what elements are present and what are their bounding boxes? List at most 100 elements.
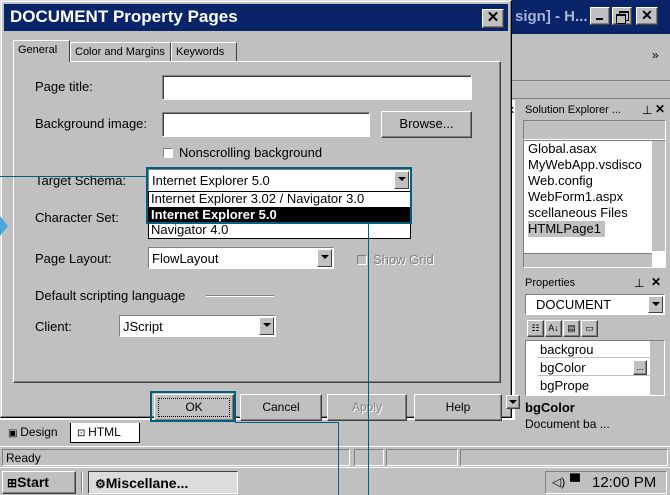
dialog-title-bar[interactable]: DOCUMENT Property Pages ✕ (4, 4, 508, 31)
client-select[interactable]: JScript (119, 315, 276, 337)
solution-explorer-tree: Global.asax MyWebApp.vsdisco Web.config … (523, 140, 666, 268)
callout-highlight-box (146, 167, 412, 224)
file-item[interactable]: WebForm1.aspx (528, 189, 642, 205)
file-item[interactable]: Web.config (528, 173, 642, 189)
dialog-title: DOCUMENT Property Pages (10, 7, 238, 26)
start-button[interactable]: ⊞Start (2, 471, 76, 494)
callout-line (338, 422, 339, 495)
properties-description: bgColor Document ba ... (525, 400, 665, 440)
ellipsis-button[interactable]: ... (633, 360, 647, 375)
dropdown-option[interactable]: Navigator 4.0 (149, 223, 410, 238)
properties-toolbar: ☷ A↓ ▤ ▭ (527, 320, 607, 338)
browse-button[interactable]: Browse... (381, 111, 472, 138)
client-label: Client: (35, 319, 72, 334)
nonscrolling-checkbox[interactable]: Nonscrolling background (163, 145, 322, 161)
pin-icon[interactable]: ⊥ (642, 103, 652, 117)
callout-line (235, 422, 339, 423)
solution-explorer-close-icon[interactable]: ✕ (655, 102, 665, 116)
alphabetical-icon[interactable]: A↓ (545, 320, 562, 337)
callout-arrow (0, 216, 8, 236)
ide-toolbar: » (500, 36, 670, 81)
callout-line (368, 224, 369, 495)
ide-restore-button[interactable] (612, 7, 632, 25)
properties-scrollbar[interactable] (650, 341, 664, 395)
file-item[interactable]: Global.asax (528, 141, 642, 157)
properties-object-value: DOCUMENT (536, 297, 612, 312)
file-list: Global.asax MyWebApp.vsdisco Web.config … (528, 141, 642, 237)
tab-strip: General Color and Margins Keywords (13, 40, 503, 62)
network-icon[interactable]: ▀ (570, 473, 580, 489)
pages-icon[interactable]: ▭ (581, 320, 598, 337)
file-item[interactable]: MyWebApp.vsdisco (528, 157, 642, 173)
ide-toolbar-row2 (500, 81, 670, 99)
status-pane (354, 449, 384, 466)
tab-keywords[interactable]: Keywords (171, 42, 237, 62)
ide-title-text: sign] - H... (515, 8, 588, 25)
solution-explorer-title: Solution Explorer ... (525, 104, 621, 116)
toolbar-overflow-icon[interactable]: » (652, 48, 659, 62)
properties-title: Properties (525, 277, 576, 289)
tab-html[interactable]: ⊡ HTML (70, 423, 140, 443)
properties-object-select[interactable]: DOCUMENT (525, 294, 665, 315)
windows-logo-icon: ⊞ (7, 476, 18, 490)
status-bar: Ready (0, 446, 670, 466)
html-icon: ⊡ (77, 428, 89, 439)
page-layout-value: FlowLayout (152, 251, 219, 266)
solution-explorer-toolbar (523, 120, 666, 140)
file-item[interactable]: HTMLPage1 (528, 221, 605, 237)
app-icon: ⚙ (95, 477, 106, 491)
property-row[interactable]: bgColor... (538, 359, 650, 376)
property-row[interactable]: backgrou (538, 341, 650, 358)
callout-line (0, 176, 148, 177)
clock: 12:00 PM (592, 474, 657, 491)
description-text: Document ba ... (525, 417, 610, 431)
group-divider (206, 295, 274, 297)
page-title-label: Page title: (35, 79, 93, 94)
status-pane (460, 449, 668, 466)
property-row[interactable]: bgPrope (538, 377, 650, 394)
status-text-pane: Ready (2, 449, 350, 466)
dialog-close-button[interactable]: ✕ (482, 9, 504, 28)
tab-general[interactable]: General (13, 40, 70, 62)
properties-grid: backgrou bgColor... bgPrope (525, 340, 665, 396)
pin-icon[interactable]: ⊥ (634, 276, 644, 290)
taskbar: ⊞Start ⚙Miscellane... ◁) ▀ 12:00 PM (0, 467, 670, 495)
system-tray: ◁) ▀ 12:00 PM (545, 471, 667, 494)
chevron-down-icon[interactable] (648, 296, 663, 313)
chevron-down-icon[interactable] (317, 249, 332, 267)
chevron-down-icon[interactable] (259, 317, 274, 335)
apply-button: Apply (327, 394, 407, 421)
taskbar-separator (81, 472, 83, 493)
client-value: JScript (123, 319, 163, 334)
view-tabs: ▣ Design ⊡ HTML (0, 423, 515, 445)
checkbox-box[interactable] (163, 148, 173, 158)
ide-minimize-button[interactable] (590, 7, 610, 25)
properties-panel: Properties ⊥ ✕ DOCUMENT ☷ A↓ ▤ ▭ backgro… (521, 274, 668, 464)
scripting-group-label: Default scripting language (35, 288, 186, 303)
tree-horizontal-scrollbar[interactable] (524, 253, 652, 267)
categorized-icon[interactable]: ☷ (527, 320, 544, 337)
design-icon: ▣ (8, 428, 21, 439)
background-image-input[interactable] (162, 112, 370, 137)
page-layout-select[interactable]: FlowLayout (148, 247, 334, 269)
speaker-icon[interactable]: ◁) (552, 475, 565, 489)
background-image-label: Background image: (35, 116, 148, 131)
checkbox-box (357, 255, 367, 265)
page-layout-label: Page Layout: (35, 251, 112, 266)
callout-highlight-box (150, 391, 236, 422)
properties-close-icon[interactable]: ✕ (651, 275, 661, 289)
tree-vertical-scrollbar[interactable] (652, 141, 665, 251)
taskbar-task-button[interactable]: ⚙Miscellane... (88, 471, 238, 494)
description-title: bgColor (525, 400, 575, 415)
tab-design[interactable]: ▣ Design (4, 423, 70, 442)
solution-explorer-panel: Solution Explorer ... ⊥ ✕ Global.asax My… (521, 100, 668, 270)
scroll-down-button[interactable] (506, 395, 520, 409)
help-button[interactable]: Help (414, 394, 502, 421)
page-title-input[interactable] (162, 75, 472, 100)
cancel-button[interactable]: Cancel (240, 394, 322, 421)
properties-icon[interactable]: ▤ (563, 320, 580, 337)
file-item[interactable]: scellaneous Files (528, 205, 642, 221)
status-pane (386, 449, 458, 466)
ide-close-button[interactable]: ✕ (636, 7, 658, 25)
tab-color-margins[interactable]: Color and Margins (70, 42, 171, 62)
